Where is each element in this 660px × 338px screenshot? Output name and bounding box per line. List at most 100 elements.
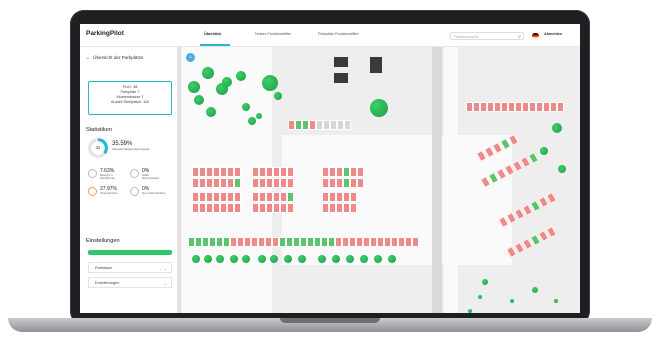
parking-spot[interactable] <box>357 167 364 177</box>
parking-map[interactable]: ⌂ <box>182 47 580 313</box>
back-link[interactable]: ← Übersicht der Parkplätze <box>86 55 143 60</box>
parking-spot[interactable] <box>515 102 522 112</box>
parking-spot[interactable] <box>398 237 405 247</box>
parking-spot[interactable] <box>237 237 244 247</box>
parking-spot[interactable] <box>266 203 273 213</box>
parking-spot[interactable] <box>230 237 237 247</box>
parking-spot[interactable] <box>529 102 536 112</box>
parking-spot[interactable] <box>356 237 363 247</box>
parking-spot[interactable] <box>336 192 343 202</box>
parking-spot[interactable] <box>227 178 234 188</box>
parking-spot[interactable] <box>192 167 199 177</box>
parking-spot[interactable] <box>343 192 350 202</box>
parking-spot[interactable] <box>330 120 337 130</box>
tab-overview[interactable]: Überblick <box>204 32 221 36</box>
parking-spot[interactable] <box>220 167 227 177</box>
parking-spot[interactable] <box>213 178 220 188</box>
parking-spot[interactable] <box>342 237 349 247</box>
accordion-parking-duration[interactable]: Parkdauer ⌄ <box>88 262 172 273</box>
parking-spot[interactable] <box>213 167 220 177</box>
parking-spot[interactable] <box>192 178 199 188</box>
parking-spot[interactable] <box>279 237 286 247</box>
parking-spot[interactable] <box>412 237 419 247</box>
parking-spot[interactable] <box>337 120 344 130</box>
parking-spot[interactable] <box>501 102 508 112</box>
parking-spot[interactable] <box>273 192 280 202</box>
tab-user-filter[interactable]: Nutzer-Funktionsfilter <box>255 32 291 36</box>
parking-spot[interactable] <box>244 237 251 247</box>
parking-spot[interactable] <box>223 237 230 247</box>
parking-spot[interactable] <box>227 203 234 213</box>
parking-spot[interactable] <box>322 178 329 188</box>
parking-spot[interactable] <box>227 192 234 202</box>
parking-spot[interactable] <box>309 120 316 130</box>
parking-spot[interactable] <box>252 167 259 177</box>
parking-spot[interactable] <box>234 192 241 202</box>
parking-spot[interactable] <box>209 237 216 247</box>
parking-spot[interactable] <box>536 102 543 112</box>
parking-spot[interactable] <box>384 237 391 247</box>
parking-spot[interactable] <box>302 120 309 130</box>
parking-spot[interactable] <box>252 178 259 188</box>
parking-spot[interactable] <box>377 237 384 247</box>
app-logo[interactable]: ParkingPilot <box>86 30 124 37</box>
parking-spot[interactable] <box>273 178 280 188</box>
parking-spot[interactable] <box>550 102 557 112</box>
home-pin-icon[interactable]: ⌂ <box>186 53 195 62</box>
parking-spot[interactable] <box>192 203 199 213</box>
parking-spot[interactable] <box>336 203 343 213</box>
parking-spot[interactable] <box>266 192 273 202</box>
parking-spot[interactable] <box>350 192 357 202</box>
parking-spot[interactable] <box>287 192 294 202</box>
parking-spot[interactable] <box>206 167 213 177</box>
sidebar-scrollbar[interactable] <box>178 47 181 313</box>
parking-spot[interactable] <box>557 102 564 112</box>
parking-spot[interactable] <box>234 178 241 188</box>
parking-spot[interactable] <box>202 237 209 247</box>
parking-spot[interactable] <box>322 192 329 202</box>
parking-spot[interactable] <box>543 102 550 112</box>
parking-spot[interactable] <box>234 167 241 177</box>
parking-spot[interactable] <box>350 203 357 213</box>
parking-spot[interactable] <box>295 120 302 130</box>
parking-spot[interactable] <box>195 237 202 247</box>
parking-spot[interactable] <box>316 120 323 130</box>
parking-spot[interactable] <box>199 203 206 213</box>
parking-spot[interactable] <box>329 178 336 188</box>
logout-button[interactable]: Abmelden <box>544 32 562 36</box>
parking-spot[interactable] <box>314 237 321 247</box>
parking-spot[interactable] <box>280 167 287 177</box>
parking-spot[interactable] <box>266 178 273 188</box>
parking-spot[interactable] <box>213 203 220 213</box>
parking-spot[interactable] <box>343 203 350 213</box>
parking-spot[interactable] <box>363 237 370 247</box>
parking-spot[interactable] <box>280 203 287 213</box>
parking-spot[interactable] <box>344 120 351 130</box>
parking-spot[interactable] <box>293 237 300 247</box>
parking-spot[interactable] <box>307 237 314 247</box>
parking-spot[interactable] <box>473 102 480 112</box>
parking-spot[interactable] <box>199 167 206 177</box>
parking-spot[interactable] <box>287 167 294 177</box>
parking-spot[interactable] <box>329 192 336 202</box>
parking-spot[interactable] <box>350 167 357 177</box>
parking-spot[interactable] <box>508 102 515 112</box>
parking-spot[interactable] <box>288 120 295 130</box>
parking-spot[interactable] <box>227 167 234 177</box>
parking-spot[interactable] <box>199 192 206 202</box>
parking-spot[interactable] <box>258 237 265 247</box>
parking-spot[interactable] <box>234 203 241 213</box>
parking-spot[interactable] <box>259 167 266 177</box>
parking-spot[interactable] <box>252 203 259 213</box>
parking-spot[interactable] <box>206 192 213 202</box>
parking-spot[interactable] <box>329 167 336 177</box>
parking-spot[interactable] <box>192 192 199 202</box>
parking-spot[interactable] <box>286 237 293 247</box>
parking-spot[interactable] <box>336 178 343 188</box>
parking-spot[interactable] <box>259 203 266 213</box>
parking-spot[interactable] <box>335 237 342 247</box>
german-flag-icon[interactable] <box>532 33 539 38</box>
parking-spot[interactable] <box>259 178 266 188</box>
parking-spot[interactable] <box>391 237 398 247</box>
parking-spot[interactable] <box>220 178 227 188</box>
